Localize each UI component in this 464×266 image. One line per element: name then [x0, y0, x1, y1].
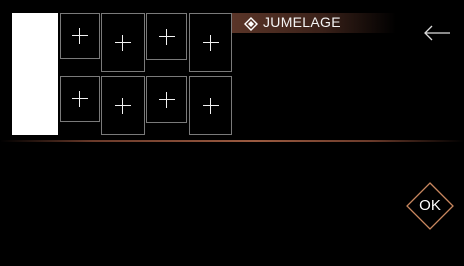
- ok-button-label[interactable]: OK: [405, 197, 455, 214]
- plus-icon: [115, 34, 131, 51]
- add-slot-1[interactable]: [60, 13, 100, 59]
- page-title: JUMELAGE: [263, 14, 341, 30]
- add-slot-2[interactable]: [101, 13, 145, 72]
- plus-icon: [72, 91, 88, 107]
- plus-icon: [202, 34, 219, 51]
- plus-icon: [115, 97, 131, 114]
- add-slot-7[interactable]: [146, 76, 187, 123]
- divider: [0, 140, 464, 142]
- add-slot-3[interactable]: [146, 13, 187, 60]
- plus-icon: [158, 28, 175, 45]
- plus-icon: [158, 91, 175, 108]
- add-slot-5[interactable]: [60, 76, 100, 122]
- pairing-screen: JUMELAGE OK: [0, 0, 464, 266]
- plus-icon: [202, 97, 219, 114]
- selected-device-panel[interactable]: [12, 13, 58, 135]
- add-slot-6[interactable]: [101, 76, 145, 135]
- add-slot-4[interactable]: [189, 13, 232, 72]
- diamond-pairing-icon: [244, 17, 258, 31]
- plus-icon: [72, 28, 88, 44]
- add-slot-8[interactable]: [189, 76, 232, 135]
- left-arrow-icon[interactable]: [422, 24, 452, 42]
